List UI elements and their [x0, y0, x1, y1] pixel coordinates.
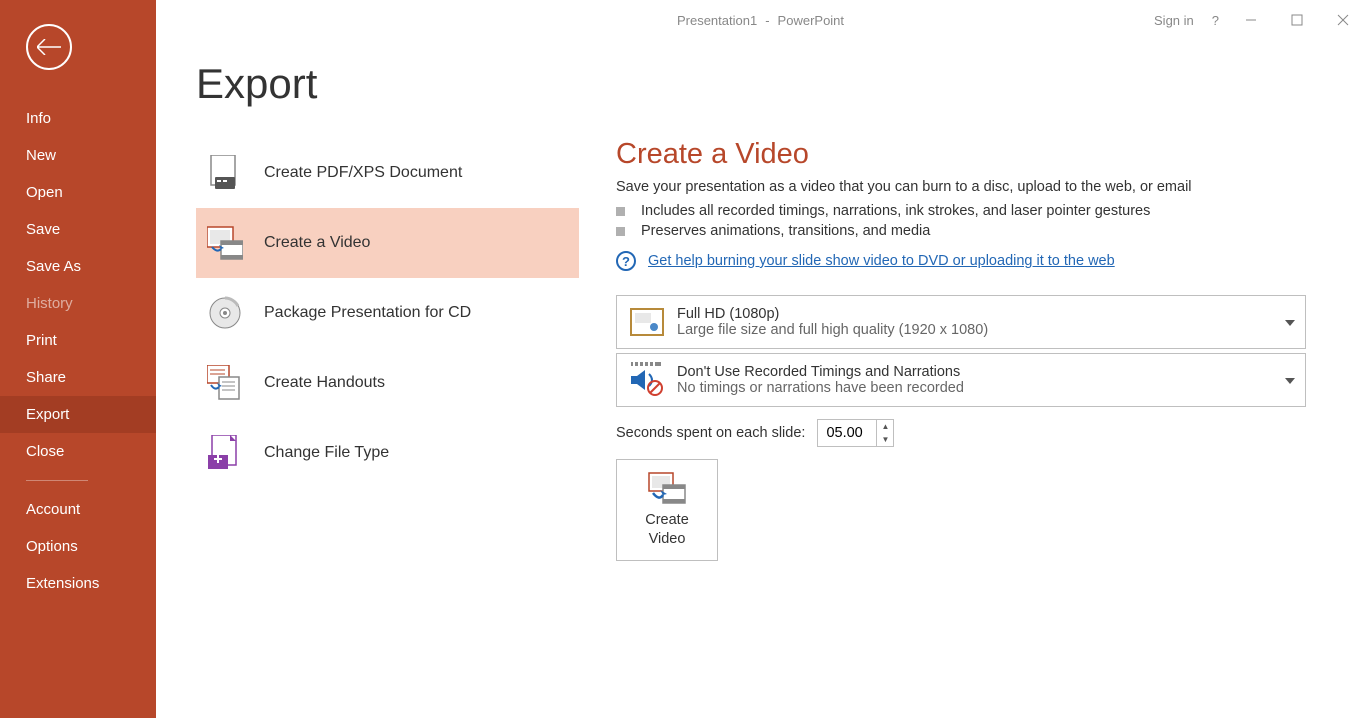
dropdown-description: No timings or narrations have been recor… [677, 380, 1295, 396]
nav-options[interactable]: Options [0, 528, 156, 565]
nav-account[interactable]: Account [0, 491, 156, 528]
export-option-label: Create PDF/XPS Document [264, 164, 462, 182]
export-option-label: Package Presentation for CD [264, 304, 471, 322]
title-bar-title: Presentation1 - PowerPoint [677, 13, 844, 28]
slide-thumbnail-icon [627, 302, 667, 342]
export-option-video[interactable]: Create a Video [196, 208, 579, 278]
title-bar: Presentation1 - PowerPoint Sign in ? [156, 0, 1365, 40]
export-options-list: Create PDF/XPS Document Create a Video P… [156, 138, 580, 561]
detail-heading: Create a Video [616, 138, 1329, 171]
page-title: Export [196, 60, 1365, 108]
chevron-down-icon [1285, 371, 1295, 389]
bullet-item: Preserves animations, transitions, and m… [616, 223, 1329, 239]
sign-in-link[interactable]: Sign in [1154, 13, 1194, 28]
export-option-handouts[interactable]: Create Handouts [196, 348, 579, 418]
video-icon [206, 224, 244, 262]
export-option-label: Create a Video [264, 234, 370, 252]
create-video-label-2: Video [649, 531, 686, 547]
video-quality-dropdown[interactable]: Full HD (1080p) Large file size and full… [616, 295, 1306, 349]
export-option-label: Change File Type [264, 444, 389, 462]
nav-save-as[interactable]: Save As [0, 248, 156, 285]
bullet-text: Includes all recorded timings, narration… [641, 203, 1150, 219]
detail-panel: Create a Video Save your presentation as… [580, 138, 1365, 561]
spinner-down-button[interactable]: ▼ [877, 433, 893, 446]
nav-share[interactable]: Share [0, 359, 156, 396]
create-video-icon [647, 471, 687, 507]
nav-open[interactable]: Open [0, 174, 156, 211]
bullet-item: Includes all recorded timings, narration… [616, 203, 1329, 219]
export-option-label: Create Handouts [264, 374, 385, 392]
cd-icon [206, 294, 244, 332]
title-separator: - [765, 13, 769, 28]
seconds-per-slide-label: Seconds spent on each slide: [616, 425, 805, 441]
bullet-text: Preserves animations, transitions, and m… [641, 223, 930, 239]
bullet-square-icon [616, 207, 625, 216]
nav-info[interactable]: Info [0, 100, 156, 137]
arrow-left-icon [37, 39, 61, 55]
minimize-icon [1245, 14, 1257, 26]
change-filetype-icon [206, 434, 244, 472]
narration-disabled-icon [627, 360, 667, 400]
nav-print[interactable]: Print [0, 322, 156, 359]
detail-description: Save your presentation as a video that y… [616, 179, 1329, 195]
nav-extensions[interactable]: Extensions [0, 565, 156, 602]
maximize-button[interactable] [1283, 10, 1311, 30]
nav-close[interactable]: Close [0, 433, 156, 470]
doc-name: Presentation1 [677, 13, 757, 28]
nav-divider [26, 480, 88, 481]
seconds-input[interactable] [818, 425, 876, 441]
main-area: Presentation1 - PowerPoint Sign in ? Exp… [156, 0, 1365, 718]
spinner-up-button[interactable]: ▲ [877, 420, 893, 433]
backstage-sidebar: Info New Open Save Save As History Print… [0, 0, 156, 718]
create-video-label-1: Create [645, 512, 689, 528]
minimize-button[interactable] [1237, 10, 1265, 30]
help-link[interactable]: Get help burning your slide show video t… [648, 253, 1115, 269]
app-name: PowerPoint [778, 13, 844, 28]
export-option-cd[interactable]: Package Presentation for CD [196, 278, 579, 348]
dropdown-title: Full HD (1080p) [677, 306, 1295, 322]
seconds-per-slide-spinner[interactable]: ▲ ▼ [817, 419, 894, 447]
nav-export[interactable]: Export [0, 396, 156, 433]
nav-history[interactable]: History [0, 285, 156, 322]
bullet-square-icon [616, 227, 625, 236]
dropdown-title: Don't Use Recorded Timings and Narration… [677, 364, 1295, 380]
handouts-icon [206, 364, 244, 402]
maximize-icon [1291, 14, 1303, 26]
nav-save[interactable]: Save [0, 211, 156, 248]
nav-new[interactable]: New [0, 137, 156, 174]
help-info-icon: ? [616, 251, 636, 271]
pdf-document-icon [206, 154, 244, 192]
create-video-button[interactable]: Create Video [616, 459, 718, 561]
help-button[interactable]: ? [1212, 13, 1219, 28]
chevron-down-icon [1285, 313, 1295, 331]
timings-narrations-dropdown[interactable]: Don't Use Recorded Timings and Narration… [616, 353, 1306, 407]
export-option-pdf[interactable]: Create PDF/XPS Document [196, 138, 579, 208]
dropdown-description: Large file size and full high quality (1… [677, 322, 1295, 338]
back-button[interactable] [26, 24, 72, 70]
export-option-filetype[interactable]: Change File Type [196, 418, 579, 488]
close-icon [1337, 14, 1349, 26]
close-window-button[interactable] [1329, 10, 1357, 30]
